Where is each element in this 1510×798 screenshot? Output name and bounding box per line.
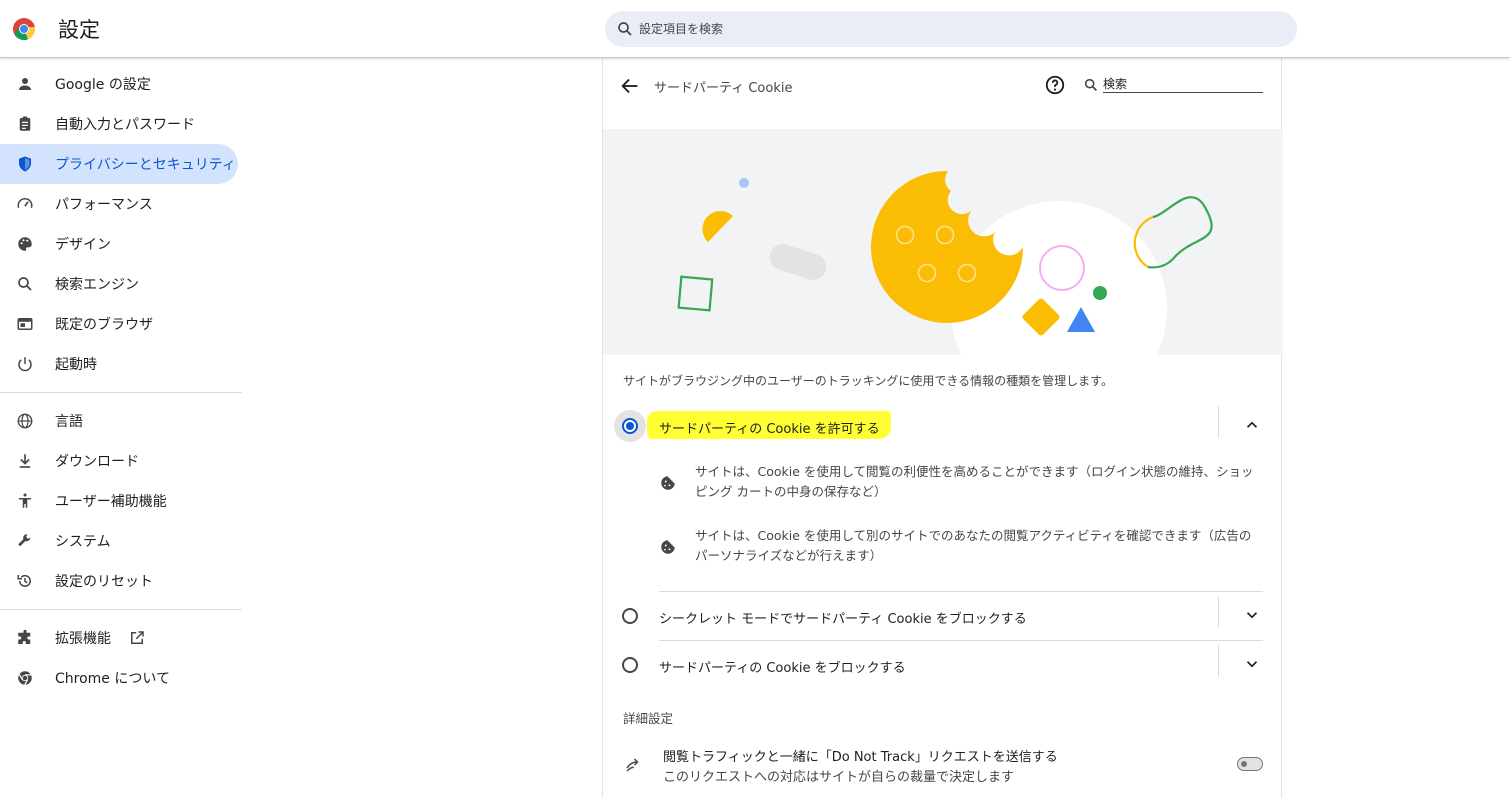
puzzle-icon — [18, 629, 31, 644]
top-bar: 設定 — [0, 0, 1510, 58]
sidebar-item-label: 既定のブラウザ — [55, 317, 153, 333]
search-icon — [1084, 78, 1097, 91]
palette-icon — [18, 237, 32, 251]
subpage-header: サードパーティ Cookie — [603, 58, 1283, 114]
chevron-down-icon[interactable] — [1243, 606, 1261, 624]
search-icon — [18, 277, 32, 291]
sidebar-item-label: Google の設定 — [55, 77, 151, 93]
sidebar-item-label: パフォーマンス — [55, 197, 153, 213]
cookie-icon — [661, 476, 675, 490]
reset-icon — [17, 574, 31, 587]
settings-search-input[interactable] — [639, 11, 1279, 47]
sidebar-item-google[interactable]: Google の設定 — [0, 64, 242, 104]
radio-allow-third-party[interactable] — [622, 418, 638, 434]
settings-search[interactable] — [605, 11, 1297, 47]
sidebar-item-label: 設定のリセット — [55, 574, 153, 590]
cookie-description: サイトがブラウジング中のユーザーのトラッキングに使用できる情報の種類を管理します… — [623, 374, 1113, 388]
cookie-icon — [661, 540, 675, 554]
sidebar-item-appearance[interactable]: デザイン — [0, 224, 242, 264]
vertical-separator — [1218, 596, 1219, 628]
accessibility-icon — [19, 493, 31, 508]
speedometer-icon — [17, 198, 33, 208]
radio-block-third-party[interactable] — [622, 657, 638, 673]
detail-text: サイトは、Cookie を使用して別のサイトでのあなたの閲覧アクティビティを確認… — [695, 528, 1252, 563]
sidebar-item-performance[interactable]: パフォーマンス — [0, 184, 242, 224]
third-party-cookies-card: サードパーティ Cookie サイトがブラウジング中のユーザーのトラッキ — [602, 58, 1283, 798]
do-not-track-row[interactable]: 閲覧トラフィックと一緒に「Do Not Track」リクエストを送信する このリ… — [603, 738, 1283, 798]
sidebar-item-label: Chrome について — [55, 671, 170, 687]
page-title: 設定 — [58, 18, 100, 42]
power-icon — [18, 357, 32, 372]
do-not-track-subtitle: このリクエストへの対応はサイトが自らの裁量で決定します — [663, 770, 1015, 785]
sidebar-item-label: ダウンロード — [55, 454, 139, 470]
globe-icon — [17, 413, 33, 429]
sidebar-item-languages[interactable]: 言語 — [0, 401, 242, 441]
do-not-track-icon — [626, 758, 639, 772]
chrome-icon — [18, 671, 32, 686]
subpage-search[interactable] — [1083, 75, 1263, 95]
radio-block-incognito[interactable] — [622, 608, 638, 624]
sidebar: Google の設定 自動入力とパスワード プライバシーとセキュリティ パフォー… — [0, 64, 242, 698]
detail-item: サイトは、Cookie を使用して閲覧の利便性を高めることができます（ログイン状… — [659, 462, 1263, 506]
option-allow-third-party[interactable]: サードパーティの Cookie を許可する — [603, 402, 1283, 450]
chevron-down-icon[interactable] — [1243, 655, 1261, 673]
sidebar-item-on-startup[interactable]: 起動時 — [0, 344, 242, 384]
back-arrow-icon[interactable] — [619, 75, 641, 97]
sidebar-item-autofill[interactable]: 自動入力とパスワード — [0, 104, 242, 144]
open-in-new-icon — [131, 631, 144, 644]
vertical-separator — [1218, 406, 1219, 438]
do-not-track-title: 閲覧トラフィックと一緒に「Do Not Track」リクエストを送信する — [663, 750, 1058, 765]
search-icon — [618, 22, 632, 36]
sidebar-item-reset[interactable]: 設定のリセット — [0, 561, 242, 601]
sidebar-item-label: 自動入力とパスワード — [55, 117, 195, 133]
detail-item: サイトは、Cookie を使用して別のサイトでのあなたの閲覧アクティビティを確認… — [659, 526, 1263, 570]
download-icon — [19, 454, 31, 468]
help-icon[interactable] — [1044, 74, 1066, 96]
subpage-search-input[interactable] — [1103, 75, 1263, 93]
sidebar-item-label: システム — [55, 534, 111, 550]
sidebar-item-about-chrome[interactable]: Chrome について — [0, 658, 242, 698]
browser-icon — [17, 318, 33, 330]
wrench-icon — [18, 534, 31, 547]
option-label: シークレット モードでサードパーティ Cookie をブロックする — [659, 612, 1027, 627]
sidebar-item-extensions[interactable]: 拡張機能 — [0, 618, 242, 658]
detail-text: サイトは、Cookie を使用して閲覧の利便性を高めることができます（ログイン状… — [695, 464, 1254, 499]
cookie-illustration — [603, 129, 1283, 355]
sidebar-divider — [0, 609, 242, 610]
sidebar-item-label: 言語 — [55, 414, 83, 430]
sidebar-item-label: 検索エンジン — [55, 277, 139, 293]
sidebar-item-label: ユーザー補助機能 — [55, 494, 167, 510]
sidebar-item-default-browser[interactable]: 既定のブラウザ — [0, 304, 242, 344]
sidebar-item-privacy[interactable]: プライバシーとセキュリティ — [0, 144, 238, 184]
sidebar-item-accessibility[interactable]: ユーザー補助機能 — [0, 481, 242, 521]
person-icon — [19, 78, 31, 90]
subpage-title: サードパーティ Cookie — [654, 81, 793, 96]
option-block-third-party[interactable]: サードパーティの Cookie をブロックする — [603, 641, 1283, 689]
clipboard-icon — [19, 116, 31, 131]
sidebar-item-label: 起動時 — [55, 357, 97, 373]
sidebar-item-downloads[interactable]: ダウンロード — [0, 441, 242, 481]
option-label: サードパーティの Cookie を許可する — [659, 422, 880, 437]
option-label: サードパーティの Cookie をブロックする — [659, 661, 906, 676]
vertical-separator — [1218, 645, 1219, 677]
sidebar-item-label: プライバシーとセキュリティ — [55, 157, 236, 173]
chrome-logo-icon — [13, 18, 36, 40]
chevron-up-icon[interactable] — [1243, 416, 1261, 434]
sidebar-item-label: 拡張機能 — [55, 631, 111, 647]
sidebar-item-search-engine[interactable]: 検索エンジン — [0, 264, 242, 304]
sidebar-item-label: デザイン — [55, 237, 111, 253]
option-block-incognito[interactable]: シークレット モードでサードパーティ Cookie をブロックする — [603, 592, 1283, 640]
advanced-heading: 詳細設定 — [623, 711, 674, 726]
shield-icon — [19, 156, 31, 172]
sidebar-item-system[interactable]: システム — [0, 521, 242, 561]
do-not-track-toggle[interactable] — [1237, 757, 1263, 771]
sidebar-divider — [0, 392, 242, 393]
